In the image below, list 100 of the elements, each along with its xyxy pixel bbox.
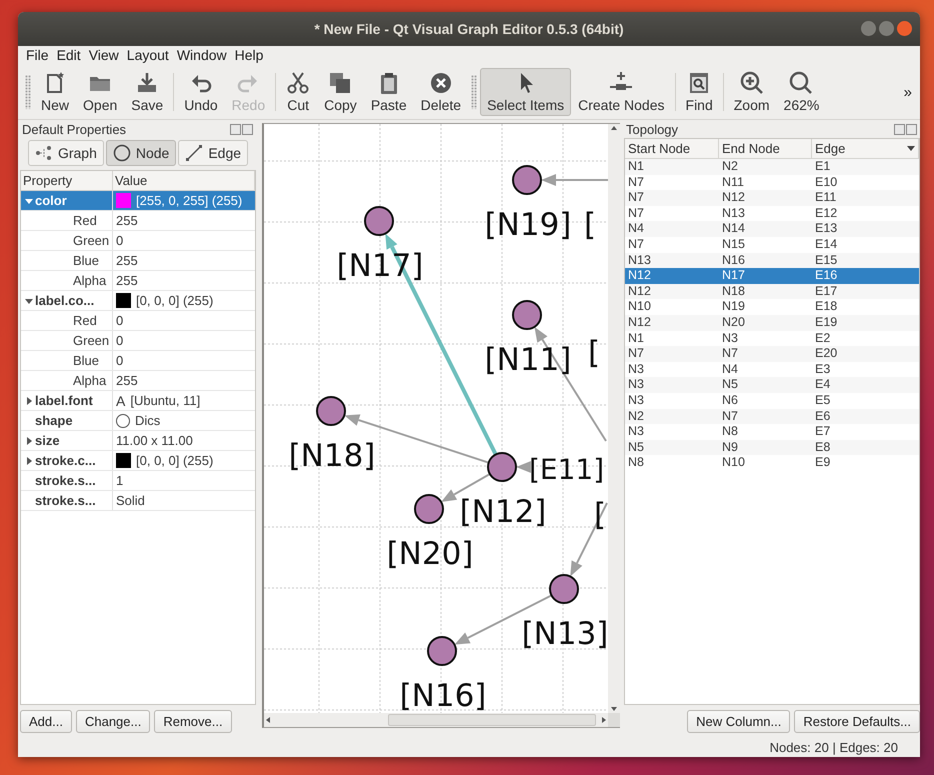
menu-item[interactable]: Window [172, 47, 231, 65]
table-cell-text: N7 [721, 408, 739, 424]
property-row[interactable]: stroke.c... [0, 0, 0] (255) [21, 451, 255, 471]
property-row[interactable]: shape Dics [21, 411, 255, 431]
scroll-right-icon[interactable] [600, 716, 608, 724]
delete-icon [428, 71, 453, 95]
property-row[interactable]: label.co... [0, 0, 0] (255) [21, 291, 255, 311]
column-header[interactable]: Edge [812, 139, 919, 158]
property-row[interactable]: Red 255 [21, 211, 255, 231]
horizontal-scrollbar[interactable] [264, 713, 608, 727]
copy-icon [328, 71, 352, 95]
toolbar-button[interactable]: Cut [279, 68, 318, 116]
table-cell-text: N2 [627, 408, 645, 424]
dialog-button[interactable]: Change... [76, 710, 150, 732]
graph-node[interactable] [427, 636, 457, 666]
dialog-button[interactable]: Restore Defaults... [794, 710, 920, 732]
graph-node[interactable] [512, 300, 542, 330]
menu-item[interactable]: Help [230, 47, 268, 65]
scroll-up-icon[interactable] [610, 124, 618, 132]
table-cell-text: N16 [721, 252, 746, 268]
overflow-button[interactable]: » [900, 84, 916, 100]
edge-arrow[interactable] [516, 461, 531, 473]
property-row[interactable]: Blue 0 [21, 351, 255, 371]
graph-node[interactable] [414, 494, 444, 524]
close-button[interactable] [897, 21, 912, 36]
property-value: 0 [116, 353, 124, 368]
property-row[interactable]: Green 0 [21, 331, 255, 351]
column-header[interactable]: Property [21, 171, 113, 190]
property-row[interactable]: stroke.s... Solid [21, 491, 255, 511]
property-row[interactable]: Green 0 [21, 231, 255, 251]
property-name: stroke.c... [35, 453, 96, 468]
column-header[interactable]: Start Node [625, 139, 719, 158]
property-row[interactable]: Alpha 255 [21, 271, 255, 291]
dock-title: Topology [626, 122, 678, 136]
property-name: Alpha [73, 373, 106, 388]
dialog-button[interactable]: Add... [20, 710, 72, 732]
vertical-scrollbar[interactable] [608, 124, 620, 713]
column-header[interactable]: End Node [719, 139, 812, 158]
toolbar-button[interactable]: Copy [317, 68, 364, 116]
menu-item[interactable]: Edit [52, 47, 85, 65]
graph-node[interactable] [549, 574, 579, 604]
graph-node[interactable] [487, 452, 517, 482]
table-cell-text: N10 [627, 299, 652, 315]
edge-arrow[interactable] [570, 502, 608, 576]
table-cell-text: N19 [721, 299, 746, 315]
dialog-button[interactable]: Remove... [154, 710, 232, 732]
scroll-left-icon[interactable] [264, 716, 272, 724]
property-name: Blue [73, 353, 100, 368]
toolbar-button[interactable]: Zoom [726, 68, 777, 116]
node-label: [N11] [484, 342, 572, 378]
property-value: 0 [116, 233, 124, 248]
menu-item[interactable]: Layout [122, 47, 173, 65]
tab[interactable]: Node [106, 140, 176, 166]
toolbar-button[interactable]: Select Items [480, 68, 572, 116]
table-cell-text: E19 [814, 314, 838, 331]
close-icon[interactable] [906, 124, 917, 134]
property-row[interactable]: stroke.s... 1 [21, 471, 255, 491]
dialog-button[interactable]: New Column... [687, 710, 790, 732]
tab[interactable]: Graph [28, 140, 104, 166]
table-cell-text: N6 [721, 392, 739, 408]
property-row[interactable]: Red 0 [21, 311, 255, 331]
graph-node[interactable] [316, 396, 346, 426]
tab[interactable]: Edge [178, 140, 248, 166]
table-cell-text: N3 [627, 392, 645, 408]
table-cell-text: N12 [627, 314, 652, 331]
property-row[interactable]: color [255, 0, 255] (255) [21, 191, 255, 211]
property-name: shape [35, 413, 73, 428]
table-cell-text: E4 [814, 377, 832, 393]
column-header[interactable]: Value [113, 171, 255, 190]
toolbar-button[interactable]: Paste [364, 68, 414, 116]
graph-node[interactable] [512, 165, 542, 195]
toolbar-button[interactable]: Delete [414, 68, 468, 116]
minimize-button[interactable] [861, 21, 876, 36]
property-row[interactable]: label.font A [Ubuntu, 11] [21, 391, 255, 411]
toolbar-button[interactable]: 262% [776, 68, 826, 116]
toolbar-button[interactable]: New [34, 68, 76, 116]
table-cell-text: N9 [721, 440, 739, 456]
property-row[interactable]: size 11.00 x 11.00 [21, 431, 255, 451]
table-cell-text: N17 [721, 268, 746, 284]
toolbar-button[interactable]: Find [678, 68, 720, 116]
toolbar-button[interactable]: Undo [177, 68, 225, 116]
property-row[interactable]: Blue 255 [21, 251, 255, 271]
toolbar-button[interactable]: Open [76, 68, 124, 116]
property-row[interactable]: Alpha 255 [21, 371, 255, 391]
graph-node[interactable] [364, 206, 394, 236]
menu-item[interactable]: View [84, 47, 123, 65]
graph-icon [34, 144, 53, 162]
table-cell-text: N20 [721, 314, 746, 331]
property-value: 255 [116, 273, 138, 288]
close-icon[interactable] [242, 124, 253, 134]
toolbar-button[interactable]: Save [124, 68, 170, 116]
menu-item[interactable]: File [22, 47, 53, 65]
resize-grip[interactable] [608, 713, 620, 727]
status-text: Nodes: 20 | Edges: 20 [770, 740, 898, 754]
maximize-button[interactable] [879, 21, 894, 36]
float-icon[interactable] [230, 124, 241, 134]
toolbar-button[interactable]: Create Nodes [571, 68, 672, 116]
float-icon[interactable] [894, 124, 905, 134]
node-label: [N13] [522, 616, 608, 652]
property-name: Alpha [73, 273, 106, 288]
